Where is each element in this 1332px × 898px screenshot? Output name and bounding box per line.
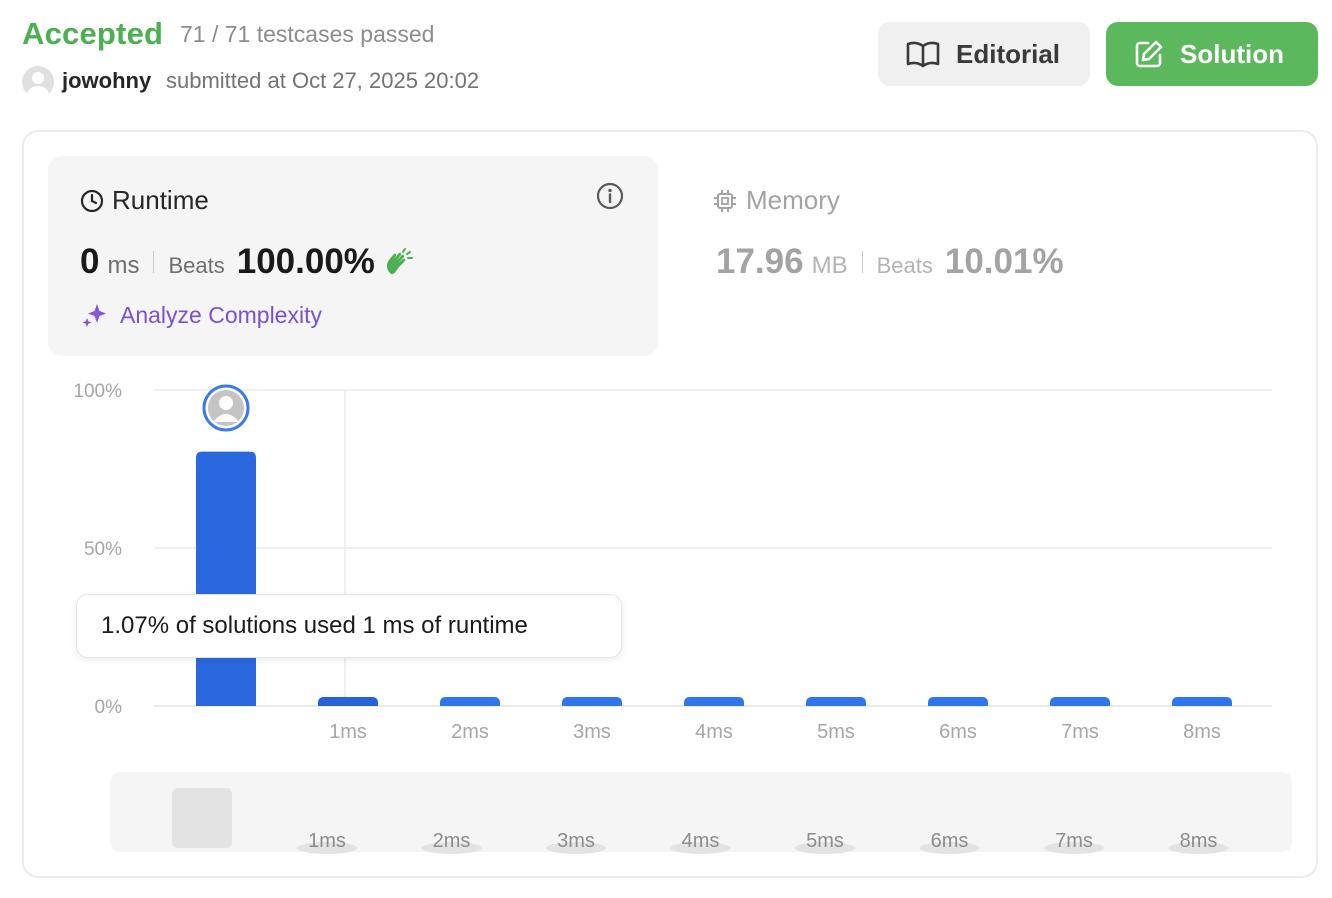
chart-range-navigator[interactable] bbox=[110, 772, 1292, 852]
solution-label: Solution bbox=[1180, 38, 1284, 69]
analyze-complexity-link[interactable]: Analyze Complexity bbox=[80, 300, 322, 330]
runtime-title: Runtime bbox=[80, 185, 209, 216]
info-icon[interactable] bbox=[596, 182, 624, 210]
memory-beats-label: Beats bbox=[876, 253, 933, 278]
runtime-value-row: 0 ms Beats 100.00% bbox=[80, 242, 415, 282]
testcases-passed: 71 / 71 testcases passed bbox=[180, 21, 435, 47]
runtime-unit: ms bbox=[107, 252, 140, 279]
divider bbox=[153, 251, 155, 273]
status-accepted: Accepted bbox=[22, 16, 164, 51]
user-avatar[interactable] bbox=[22, 66, 54, 98]
runtime-beats-label: Beats bbox=[168, 253, 225, 278]
clap-icon bbox=[386, 248, 413, 275]
solution-button[interactable]: Solution bbox=[1106, 22, 1318, 86]
username-link[interactable]: jowohny bbox=[62, 68, 151, 94]
clock-icon bbox=[80, 189, 104, 212]
memory-title-label: Memory bbox=[746, 185, 840, 215]
runtime-value: 0 bbox=[80, 242, 100, 281]
memory-tab[interactable]: Memory bbox=[712, 185, 840, 216]
analyze-label: Analyze Complexity bbox=[120, 301, 322, 328]
runtime-title-label: Runtime bbox=[112, 185, 209, 215]
editorial-label: Editorial bbox=[956, 38, 1061, 69]
submitted-time: submitted at Oct 27, 2025 20:02 bbox=[166, 68, 480, 93]
memory-unit: MB bbox=[811, 252, 848, 279]
memory-beats-value: 10.01% bbox=[944, 242, 1064, 281]
chart-tooltip: 1.07% of solutions used 1 ms of runtime bbox=[76, 594, 622, 658]
chip-icon bbox=[714, 189, 736, 212]
runtime-beats-value: 100.00% bbox=[236, 242, 375, 281]
edit-icon bbox=[1135, 40, 1163, 68]
sparkle-icon bbox=[82, 304, 106, 327]
memory-value: 17.96 bbox=[716, 242, 804, 281]
editorial-button[interactable]: Editorial bbox=[878, 22, 1090, 86]
book-icon bbox=[906, 41, 940, 68]
divider bbox=[861, 251, 863, 273]
memory-value-row: 17.96 MB Beats 10.01% bbox=[716, 242, 1064, 282]
